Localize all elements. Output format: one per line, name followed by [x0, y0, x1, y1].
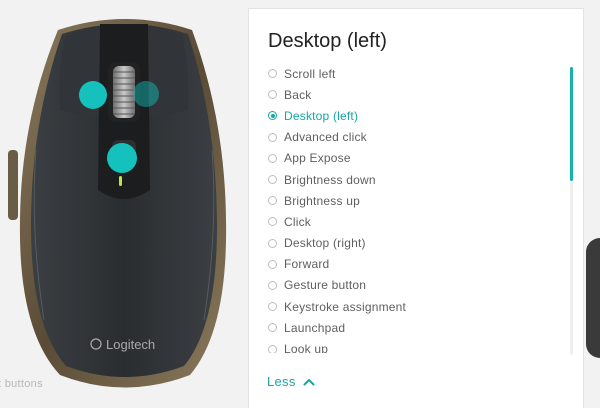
option-label: Forward — [284, 257, 330, 272]
option-label: Back — [284, 87, 312, 102]
option-label: Launchpad — [284, 320, 346, 335]
radio-icon[interactable] — [268, 238, 277, 248]
radio-selected-icon[interactable] — [268, 111, 277, 121]
action-options-list[interactable]: Scroll left Back Desktop (left) Advanced… — [268, 63, 568, 353]
radio-icon[interactable] — [268, 153, 277, 163]
hotspot-middle-button[interactable] — [107, 143, 137, 173]
option-brightness-down[interactable]: Brightness down — [268, 169, 568, 190]
hotspot-left-button[interactable] — [79, 81, 107, 109]
option-launchpad[interactable]: Launchpad — [268, 317, 568, 338]
option-app-expose[interactable]: App Expose — [268, 148, 568, 169]
option-label: Desktop (right) — [284, 236, 366, 251]
radio-icon[interactable] — [268, 259, 277, 269]
radio-icon[interactable] — [268, 132, 277, 142]
mouse-image: Logitech — [8, 19, 227, 388]
chevron-up-icon — [303, 378, 315, 385]
option-label: Click — [284, 214, 311, 229]
option-look-up[interactable]: Look up — [268, 338, 568, 353]
option-label: Brightness down — [284, 172, 376, 187]
radio-icon[interactable] — [268, 90, 277, 100]
radio-icon[interactable] — [268, 175, 277, 185]
buttons-caption: t buttons — [0, 378, 43, 390]
radio-icon[interactable] — [268, 280, 277, 290]
option-click[interactable]: Click — [268, 211, 568, 232]
option-scroll-left[interactable]: Scroll left — [268, 63, 568, 84]
option-label: Advanced click — [284, 130, 367, 145]
radio-icon[interactable] — [268, 344, 277, 353]
option-gesture-button[interactable]: Gesture button — [268, 275, 568, 296]
mouse-illustration: Logitech t buttons — [0, 0, 248, 408]
option-keystroke-assignment[interactable]: Keystroke assignment — [268, 296, 568, 317]
option-label: Brightness up — [284, 193, 360, 208]
next-mouse-peek — [586, 238, 600, 358]
radio-icon[interactable] — [268, 302, 277, 312]
option-label: App Expose — [284, 151, 351, 166]
option-label: Desktop (left) — [284, 108, 359, 123]
panel-title: Desktop (left) — [268, 30, 387, 52]
brand-logo-text: Logitech — [106, 337, 155, 352]
radio-icon[interactable] — [268, 196, 277, 206]
hotspot-right-button[interactable] — [133, 81, 159, 107]
option-label: Keystroke assignment — [284, 299, 407, 314]
scrollbar-thumb[interactable] — [570, 67, 573, 181]
radio-icon[interactable] — [268, 323, 277, 333]
options-scrollbar[interactable] — [570, 67, 573, 355]
option-forward[interactable]: Forward — [268, 254, 568, 275]
option-advanced-click[interactable]: Advanced click — [268, 127, 568, 148]
option-label: Scroll left — [284, 66, 336, 81]
option-back[interactable]: Back — [268, 84, 568, 105]
less-label: Less — [267, 374, 296, 389]
option-label: Look up — [284, 342, 329, 353]
action-selection-panel: Desktop (left) Scroll left Back Desktop … — [248, 8, 584, 408]
radio-icon[interactable] — [268, 69, 277, 79]
option-desktop-left[interactable]: Desktop (left) — [268, 105, 568, 126]
less-button[interactable]: Less — [267, 374, 315, 389]
option-brightness-up[interactable]: Brightness up — [268, 190, 568, 211]
option-label: Gesture button — [284, 278, 367, 293]
option-desktop-right[interactable]: Desktop (right) — [268, 233, 568, 254]
radio-icon[interactable] — [268, 217, 277, 227]
